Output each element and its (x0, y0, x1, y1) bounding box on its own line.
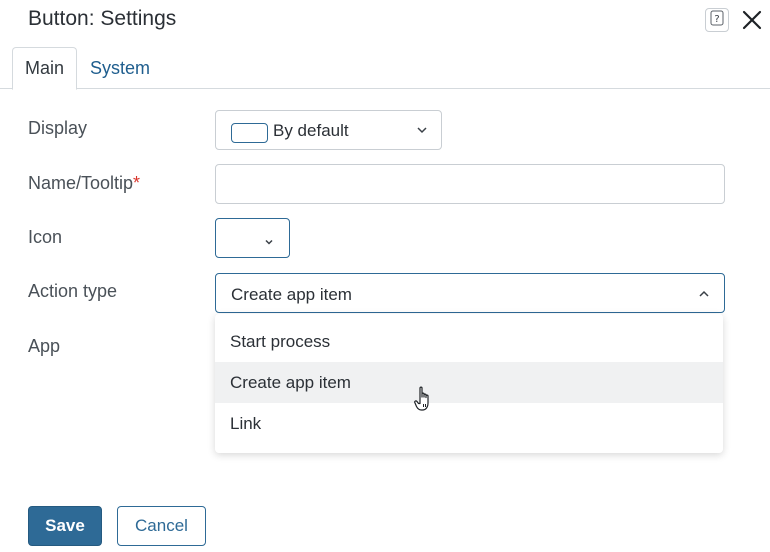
name-tooltip-label-text: Name/Tooltip (28, 173, 134, 193)
action-type-value: Create app item (231, 285, 352, 304)
close-button[interactable] (740, 10, 764, 34)
tab-bar: Main System (0, 47, 770, 90)
cancel-button[interactable]: Cancel (117, 506, 206, 546)
required-mark: * (133, 173, 141, 193)
chevron-down-icon (416, 123, 428, 141)
hand-cursor-icon (414, 386, 434, 417)
display-label: Display (28, 118, 88, 138)
option-start-process[interactable]: Start process (215, 321, 723, 362)
color-swatch (231, 123, 268, 143)
option-link[interactable]: Link (215, 403, 723, 444)
icon-label: Icon (28, 227, 63, 247)
save-button[interactable]: Save (28, 506, 102, 546)
close-icon (741, 9, 763, 36)
name-tooltip-field[interactable] (215, 164, 725, 204)
display-select[interactable]: By default (215, 110, 442, 150)
chevron-down-icon (264, 234, 274, 252)
tab-main[interactable]: Main (12, 47, 77, 90)
question-mark-icon: ? (710, 10, 724, 31)
action-type-dropdown: Start process Create app item Link (215, 314, 723, 453)
option-create-app-item[interactable]: Create app item (215, 362, 723, 403)
name-tooltip-label: Name/Tooltip* (28, 173, 140, 194)
dialog-title: Button: Settings (28, 7, 177, 30)
svg-text:?: ? (714, 14, 719, 25)
display-value: By default (273, 121, 349, 140)
tab-system[interactable]: System (78, 47, 162, 89)
icon-select[interactable] (215, 218, 290, 258)
name-tooltip-input[interactable] (216, 165, 724, 203)
chevron-up-icon (698, 287, 710, 305)
action-type-label: Action type (28, 281, 118, 301)
app-label: App (28, 336, 61, 356)
help-button[interactable]: ? (705, 8, 729, 32)
action-type-select[interactable]: Create app item (215, 273, 725, 313)
